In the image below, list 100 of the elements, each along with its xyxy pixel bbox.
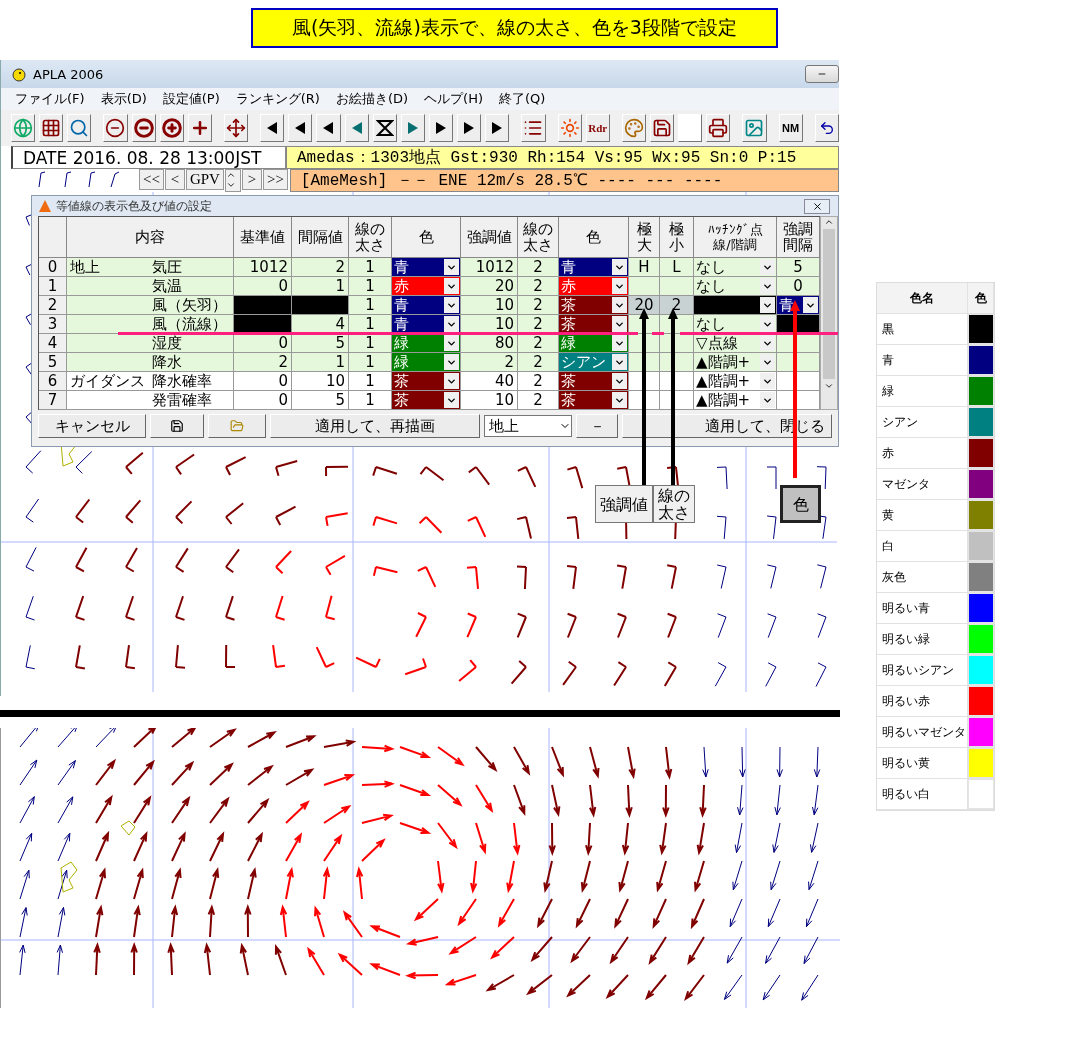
color-dropdown[interactable]: 緑: [392, 353, 461, 372]
menu-item[interactable]: 設定値(P): [162, 90, 220, 108]
dropdown-button[interactable]: [612, 392, 627, 408]
apply-redraw-button[interactable]: 適用して、再描画: [270, 414, 480, 438]
nav-button[interactable]: <<: [139, 169, 164, 190]
grid-button[interactable]: [39, 114, 64, 142]
dropdown-button[interactable]: [444, 316, 459, 332]
save-button[interactable]: [649, 114, 675, 142]
move-button[interactable]: [224, 114, 249, 142]
scroll-thumb[interactable]: [823, 229, 835, 379]
color-dropdown[interactable]: 青: [392, 258, 461, 277]
dropdown-button[interactable]: [760, 259, 775, 275]
dropdown-button[interactable]: [444, 259, 459, 275]
blank-button[interactable]: [678, 114, 703, 142]
back-button[interactable]: [288, 114, 313, 142]
move-icon: [226, 118, 247, 138]
cone-icon: [38, 199, 52, 213]
first-button[interactable]: [260, 114, 285, 142]
window-title: APLA 2006: [33, 66, 104, 82]
nav-button[interactable]: <: [164, 169, 185, 190]
column-header: 色: [392, 217, 461, 258]
table-cell: 0: [234, 391, 292, 410]
scrollbar[interactable]: [820, 216, 838, 410]
menu-item[interactable]: 表示(D): [100, 90, 147, 108]
dropdown-button[interactable]: [444, 297, 459, 313]
dropdown-button[interactable]: [760, 335, 775, 351]
hatch-dropdown[interactable]: [694, 296, 777, 315]
save-button[interactable]: [150, 414, 204, 438]
forward-button[interactable]: [428, 114, 454, 142]
dropdown-button[interactable]: [444, 392, 459, 408]
color-dropdown[interactable]: 茶: [392, 391, 461, 410]
color-dropdown[interactable]: 青: [777, 296, 820, 315]
forward-button[interactable]: [457, 114, 482, 142]
folder-icon: [230, 419, 244, 433]
sun-button[interactable]: [557, 114, 582, 142]
column-header: 基準値: [234, 217, 292, 258]
color-dropdown[interactable]: 茶: [559, 372, 629, 391]
menu-item[interactable]: 終了(Q): [499, 90, 546, 108]
item-label: 湿度: [152, 334, 182, 352]
dropdown-button[interactable]: [612, 297, 627, 313]
undo-button[interactable]: [814, 114, 839, 142]
spinner[interactable]: [224, 169, 241, 192]
nav-button[interactable]: >>: [262, 169, 288, 190]
zoom-in-button[interactable]: [187, 114, 212, 142]
color-dropdown[interactable]: シアン: [559, 353, 629, 372]
image-button[interactable]: [742, 114, 767, 142]
source-button[interactable]: GPV: [185, 169, 224, 190]
color-dropdown[interactable]: 青: [392, 296, 461, 315]
dropdown-button[interactable]: [612, 335, 627, 351]
dropdown-button[interactable]: [444, 278, 459, 294]
hatch-dropdown[interactable]: ▲階調+: [694, 391, 777, 410]
dropdown-button[interactable]: [612, 259, 627, 275]
globe-button[interactable]: [11, 114, 36, 142]
color-dropdown[interactable]: 茶: [559, 391, 629, 410]
palette-button[interactable]: [621, 114, 646, 142]
stop-button[interactable]: [372, 114, 397, 142]
color-dropdown[interactable]: 青: [559, 258, 629, 277]
menu-item[interactable]: お絵描き(D): [335, 90, 409, 108]
last-button[interactable]: [485, 114, 510, 142]
menu-item[interactable]: ヘルプ(H): [424, 90, 484, 108]
color-dropdown[interactable]: 茶: [392, 372, 461, 391]
dropdown-button[interactable]: [803, 297, 818, 313]
dropdown-button[interactable]: [760, 373, 775, 389]
column-header: 内容: [67, 217, 234, 258]
nav-button[interactable]: >: [241, 169, 262, 190]
dropdown-button[interactable]: [612, 373, 627, 389]
dropdown-button[interactable]: [760, 316, 775, 332]
zoom-in-button[interactable]: [159, 114, 184, 142]
dropdown-button[interactable]: [444, 373, 459, 389]
dropdown-button[interactable]: [444, 354, 459, 370]
color-dropdown[interactable]: 赤: [559, 277, 629, 296]
minimize-button[interactable]: [805, 65, 839, 83]
column-header: 極大: [629, 217, 660, 258]
dropdown-button[interactable]: [760, 297, 775, 313]
dropdown-button[interactable]: [760, 354, 775, 370]
minus-button[interactable]: －: [576, 414, 618, 438]
dialog-title: 等値線の表示色及び値の設定: [56, 197, 212, 215]
dropdown-button[interactable]: [760, 392, 775, 408]
color-dropdown[interactable]: 茶: [559, 296, 629, 315]
menu-item[interactable]: ランキング(R): [235, 90, 320, 108]
dropdown-button[interactable]: [612, 316, 627, 332]
list-button[interactable]: [521, 114, 546, 142]
nm-button[interactable]: NM: [778, 114, 803, 142]
menu-item[interactable]: ファイル(F): [15, 90, 85, 108]
open-button[interactable]: [208, 414, 266, 438]
level-select[interactable]: 地上: [484, 415, 572, 437]
dropdown-button[interactable]: [612, 354, 627, 370]
dropdown-button[interactable]: [612, 278, 627, 294]
print-button[interactable]: [706, 114, 731, 142]
cancel-button[interactable]: キャンセル: [38, 414, 146, 438]
callout-label: 強調値: [595, 485, 653, 523]
dropdown-button[interactable]: [760, 278, 775, 294]
dropdown-button[interactable]: [444, 335, 459, 351]
close-button[interactable]: [804, 198, 830, 214]
back-button[interactable]: [316, 114, 341, 142]
color-dropdown[interactable]: 赤: [392, 277, 461, 296]
zoom-out-button[interactable]: [103, 114, 128, 142]
search-button[interactable]: [67, 114, 92, 142]
zoom-out-button[interactable]: [131, 114, 156, 142]
radar-button[interactable]: Rdr: [585, 114, 610, 142]
